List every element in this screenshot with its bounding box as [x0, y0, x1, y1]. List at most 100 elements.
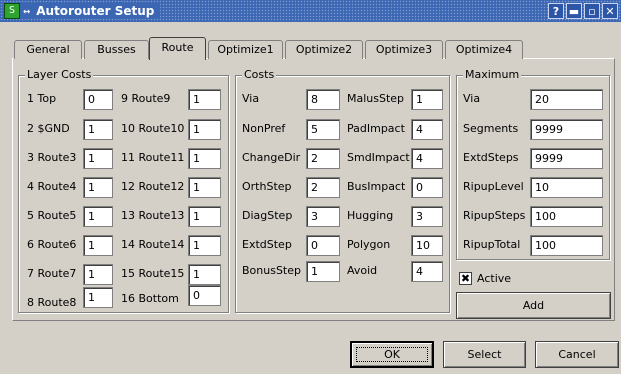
cost-label: ChangeDir	[242, 151, 301, 164]
maximum-label: Via	[463, 92, 481, 105]
tab-optimize1[interactable]: Optimize1	[208, 40, 283, 59]
maximum-title: Maximum	[463, 68, 522, 81]
layer-label: 7 Route7	[27, 267, 77, 280]
layer-cost-input[interactable]: 1	[188, 89, 221, 110]
cost-label: SmdImpact	[347, 151, 410, 164]
cost-input[interactable]: 3	[411, 206, 443, 227]
tab-optimize3[interactable]: Optimize3	[365, 40, 443, 59]
cost-input[interactable]: 4	[411, 119, 443, 140]
tab-optimize4[interactable]: Optimize4	[445, 40, 523, 59]
cost-label: BonusStep	[242, 264, 301, 277]
cost-input[interactable]: 2	[306, 177, 340, 198]
cost-label: ExtdStep	[242, 238, 292, 251]
cost-label: BusImpact	[347, 180, 406, 193]
layer-label: 1 Top	[27, 92, 57, 105]
layer-label: 3 Route3	[27, 151, 77, 164]
maximum-label: ExtdSteps	[463, 151, 519, 164]
cost-label: DiagStep	[242, 209, 293, 222]
maximum-label: RipupTotal	[463, 238, 521, 251]
maximum-input[interactable]: 9999	[530, 119, 603, 140]
cost-label: Polygon	[347, 238, 391, 251]
cost-label: MalusStep	[347, 92, 405, 105]
cost-input[interactable]: 0	[411, 177, 443, 198]
cost-input[interactable]: 2	[306, 148, 340, 169]
layer-cost-input[interactable]: 1	[188, 206, 221, 227]
tab-optimize2[interactable]: Optimize2	[285, 40, 363, 59]
layer-cost-input[interactable]: 1	[188, 235, 221, 256]
cost-label: Hugging	[347, 209, 394, 222]
layer-label: 12 Route12	[121, 180, 185, 193]
cost-input[interactable]: 1	[306, 261, 340, 282]
cost-input[interactable]: 1	[411, 89, 443, 110]
layer-label: 6 Route6	[27, 238, 77, 251]
layer-cost-input[interactable]: 0	[83, 89, 113, 110]
layer-label: 2 $GND	[27, 122, 70, 135]
maximum-input[interactable]: 100	[530, 206, 603, 227]
select-button[interactable]: Select	[443, 341, 526, 368]
cost-label: Avoid	[347, 264, 378, 277]
maximum-label: RipupSteps	[463, 209, 526, 222]
title-buttons: ? ▬ ▫ ✕	[548, 3, 618, 19]
layer-cost-input[interactable]: 1	[188, 119, 221, 140]
layer-costs-title: Layer Costs	[25, 68, 94, 81]
maximum-input[interactable]: 20	[530, 89, 603, 110]
maximum-input[interactable]: 10	[530, 177, 603, 198]
cost-label: PadImpact	[347, 122, 405, 135]
maximum-label: RipupLevel	[463, 180, 524, 193]
help-button[interactable]: ?	[548, 3, 564, 19]
layer-label: 11 Route11	[121, 151, 185, 164]
title-left: S ↔ Autorouter Setup	[4, 3, 161, 19]
layer-cost-input[interactable]: 0	[188, 285, 221, 306]
layer-cost-input[interactable]: 1	[83, 119, 113, 140]
layer-label: 15 Route15	[121, 267, 185, 280]
active-checkbox[interactable]: ✖	[459, 272, 472, 285]
layer-cost-input[interactable]: 1	[188, 264, 221, 285]
ok-label: OK	[384, 348, 400, 361]
maximum-input[interactable]: 100	[530, 235, 603, 256]
cancel-button[interactable]: Cancel	[535, 341, 619, 368]
cost-label: Via	[242, 92, 260, 105]
cost-input[interactable]: 4	[411, 148, 443, 169]
cost-input[interactable]: 4	[411, 261, 443, 282]
layer-cost-input[interactable]: 1	[188, 148, 221, 169]
app-icon[interactable]: S	[4, 3, 20, 19]
layer-label: 4 Route4	[27, 180, 77, 193]
tab-general[interactable]: General	[14, 40, 82, 59]
layer-label: 16 Bottom	[121, 292, 179, 305]
layer-cost-input[interactable]: 1	[83, 235, 113, 256]
cost-label: OrthStep	[242, 180, 292, 193]
layer-cost-input[interactable]: 1	[188, 177, 221, 198]
close-button[interactable]: ✕	[602, 3, 618, 19]
cost-input[interactable]: 10	[411, 235, 443, 256]
layer-label: 10 Route10	[121, 122, 185, 135]
layer-label: 13 Route13	[121, 209, 185, 222]
maximize-button[interactable]: ▫	[584, 3, 600, 19]
layer-cost-input[interactable]: 1	[83, 148, 113, 169]
layer-cost-input[interactable]: 1	[83, 264, 113, 285]
layer-label: 14 Route14	[121, 238, 185, 251]
autorouter-setup-window: S ↔ Autorouter Setup ? ▬ ▫ ✕ General Bus…	[0, 0, 621, 374]
cost-input[interactable]: 5	[306, 119, 340, 140]
maximum-label: Segments	[463, 122, 519, 135]
cost-input[interactable]: 0	[306, 235, 340, 256]
tab-route[interactable]: Route	[149, 37, 206, 60]
cost-input[interactable]: 3	[306, 206, 340, 227]
arrows-icon: ↔	[23, 4, 31, 18]
active-label: Active	[477, 272, 512, 285]
layer-label: 8 Route8	[27, 296, 77, 309]
add-button[interactable]: Add	[456, 292, 611, 319]
layer-cost-input[interactable]: 1	[83, 206, 113, 227]
layer-cost-input[interactable]: 1	[83, 177, 113, 198]
costs-title: Costs	[242, 68, 277, 81]
ok-button[interactable]: OK	[350, 341, 434, 368]
layer-label: 5 Route5	[27, 209, 77, 222]
cost-label: NonPref	[242, 122, 286, 135]
tab-busses[interactable]: Busses	[84, 40, 149, 59]
window-title: Autorouter Setup	[36, 4, 155, 18]
minimize-button[interactable]: ▬	[566, 3, 582, 19]
layer-cost-input[interactable]: 1	[83, 287, 113, 308]
layer-label: 9 Route9	[121, 92, 171, 105]
cost-input[interactable]: 8	[306, 89, 340, 110]
title-bar[interactable]: S ↔ Autorouter Setup ? ▬ ▫ ✕	[0, 0, 621, 22]
maximum-input[interactable]: 9999	[530, 148, 603, 169]
